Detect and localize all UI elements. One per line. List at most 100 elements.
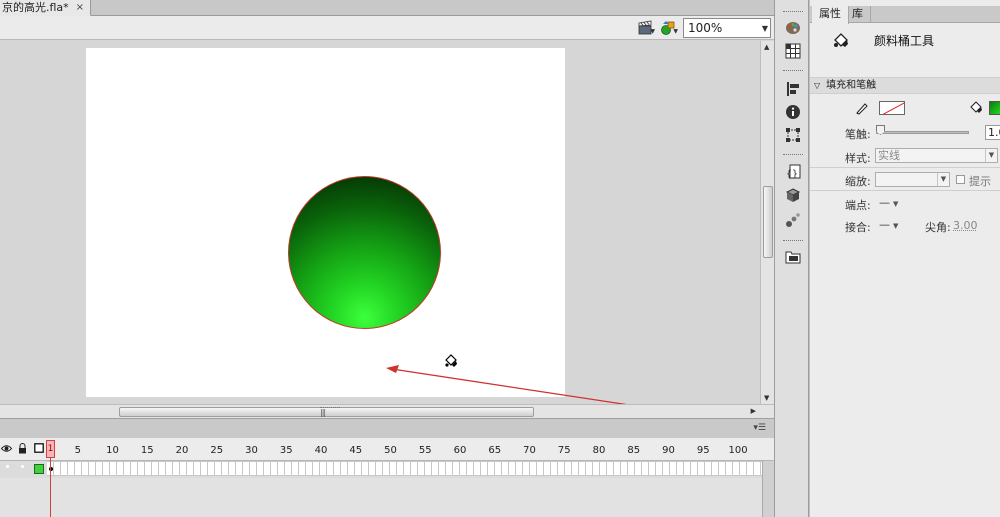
ruler-tick-label: 15 — [140, 445, 154, 456]
edit-symbols-button[interactable]: ▼ — [657, 18, 679, 38]
zoom-dropdown[interactable]: 100% ▼ — [683, 18, 771, 38]
lock-icon[interactable] — [16, 442, 28, 454]
info-icon[interactable] — [783, 102, 803, 122]
style-dropdown[interactable]: 实线 ▼ — [875, 148, 998, 163]
swatches-icon[interactable] — [783, 41, 803, 61]
scroll-down-icon[interactable]: ▼ — [764, 394, 769, 402]
properties-panel: 属性 库 颜料桶工具 ▽ 填充和笔触 笔触: 1.0 样式: 实线 ▼ 缩放: ▼… — [809, 0, 1000, 517]
miter-label: 尖角: — [925, 221, 951, 234]
stage-canvas[interactable] — [86, 48, 565, 397]
ruler-tick-label: 90 — [662, 445, 675, 456]
ruler-tick-label: 80 — [592, 445, 606, 456]
grip-icon: ||| — [320, 407, 340, 417]
cap-label: 端点: — [845, 199, 871, 212]
panel-grip[interactable] — [783, 11, 803, 14]
ruler-tick-label: 65 — [488, 445, 502, 456]
panel-menu-icon[interactable]: ▾☰ — [753, 423, 766, 433]
properties-tabs: 属性 库 — [810, 6, 1000, 24]
motion-presets-icon[interactable] — [783, 210, 803, 230]
document-tab-bar: 京的高光.fla* × — [0, 0, 774, 16]
eye-icon[interactable] — [0, 442, 12, 454]
horizontal-scroll-thumb[interactable]: ||| — [119, 407, 534, 417]
miter-value[interactable]: 3.00 — [953, 219, 978, 232]
scroll-up-icon[interactable]: ▲ — [764, 43, 769, 51]
vertical-scrollbar[interactable]: ▲ ▼ — [760, 41, 774, 404]
fill-color-swatch[interactable] — [989, 101, 1000, 115]
lock-dot[interactable] — [21, 465, 24, 468]
ruler-tick-label: 5 — [74, 445, 81, 456]
transform-icon[interactable] — [783, 125, 803, 145]
ruler-tick-label: 35 — [279, 445, 293, 456]
cap-value: — — [879, 196, 890, 209]
pencil-icon — [856, 103, 868, 115]
chevron-down-icon: ▽ — [814, 81, 821, 90]
timeline-ruler[interactable]: 5 10 15 20 25 30 35 40 45 50 55 60 65 70 75 80 85 90 95 100 — [0, 438, 774, 461]
chevron-down-icon: ▼ — [893, 222, 899, 230]
horizontal-scrollbar[interactable]: ||| ▶ — [0, 404, 774, 418]
chevron-down-icon: ▼ — [650, 28, 655, 35]
code-snippets-icon[interactable]: {} — [783, 162, 803, 182]
stroke-width-slider-track[interactable] — [876, 131, 969, 134]
paint-bucket-icon — [834, 33, 848, 47]
gradient-circle-shape[interactable] — [288, 176, 441, 329]
frame-cells[interactable] — [47, 461, 762, 476]
visibility-dot[interactable] — [6, 465, 9, 468]
divider — [810, 190, 1000, 191]
ruler-tick-label: 60 — [453, 445, 467, 456]
panel-grip[interactable] — [783, 70, 803, 73]
ruler-tick-label: 85 — [627, 445, 641, 456]
stroke-label: 笔触: — [845, 128, 871, 141]
stroke-color-swatch[interactable] — [879, 101, 905, 115]
timeline-empty-area — [0, 478, 774, 517]
document-tab[interactable]: 京的高光.fla* × — [0, 0, 92, 16]
ruler-tick-label: 40 — [314, 445, 328, 456]
chevron-down-icon: ▼ — [937, 173, 949, 186]
panel-grip[interactable] — [783, 154, 803, 157]
tool-name-row: 颜料桶工具 — [810, 25, 1000, 65]
scroll-right-icon[interactable]: ▶ — [751, 407, 756, 415]
close-tab-icon[interactable]: × — [76, 0, 84, 15]
color-palette-icon[interactable] — [783, 18, 803, 38]
fill-stroke-section-header[interactable]: ▽ 填充和笔触 — [810, 77, 1000, 94]
panel-grip[interactable] — [783, 240, 803, 243]
cap-dropdown[interactable]: — ▼ — [879, 196, 898, 209]
stroke-width-input[interactable]: 1.0 — [985, 125, 1000, 140]
join-value: — — [879, 218, 890, 231]
align-icon[interactable] — [783, 79, 803, 99]
tab-library[interactable]: 库 — [845, 6, 871, 23]
tool-name: 颜料桶工具 — [874, 34, 935, 48]
timeline-scrollbar[interactable] — [762, 461, 774, 517]
svg-text:{}: {} — [786, 169, 798, 180]
edit-bar: ▼ ▼ 100% ▼ — [0, 16, 774, 40]
scale-label: 缩放: — [845, 175, 871, 188]
ruler-tick-label: 70 — [523, 445, 536, 456]
project-icon[interactable] — [783, 247, 803, 267]
section-title: 填充和笔触 — [826, 80, 877, 91]
tab-properties[interactable]: 属性 — [812, 6, 849, 24]
current-frame-label: 1 — [46, 440, 55, 458]
layer-outline-color[interactable] — [34, 464, 44, 474]
playhead[interactable]: 1 — [46, 440, 55, 517]
pasteboard[interactable] — [0, 41, 760, 414]
ruler-tick-label: 50 — [384, 445, 397, 456]
ruler-tick-label: 100 — [728, 445, 748, 456]
ruler-tick-label: 25 — [210, 445, 224, 456]
ruler-tick-label: 45 — [349, 445, 363, 456]
document-tab-title: 京的高光.fla* — [2, 1, 69, 14]
chevron-down-icon: ▼ — [893, 200, 899, 208]
scale-dropdown[interactable]: ▼ — [875, 172, 950, 187]
join-dropdown[interactable]: — ▼ — [879, 218, 898, 231]
join-label: 接合: — [845, 221, 871, 234]
playhead-line — [50, 458, 51, 517]
edit-scene-button[interactable]: ▼ — [634, 18, 656, 38]
ruler-tick-label: 20 — [175, 445, 189, 456]
hint-checkbox[interactable] — [956, 175, 965, 184]
components-icon[interactable] — [783, 186, 803, 206]
panel-icon-strip: {} — [774, 0, 809, 517]
style-label: 样式: — [845, 152, 871, 165]
vertical-scroll-thumb[interactable] — [763, 186, 773, 258]
ruler-tick-label: 55 — [418, 445, 432, 456]
ruler-tick-label: 75 — [557, 445, 571, 456]
outline-icon[interactable] — [33, 442, 45, 454]
zoom-value: 100% — [688, 21, 723, 35]
